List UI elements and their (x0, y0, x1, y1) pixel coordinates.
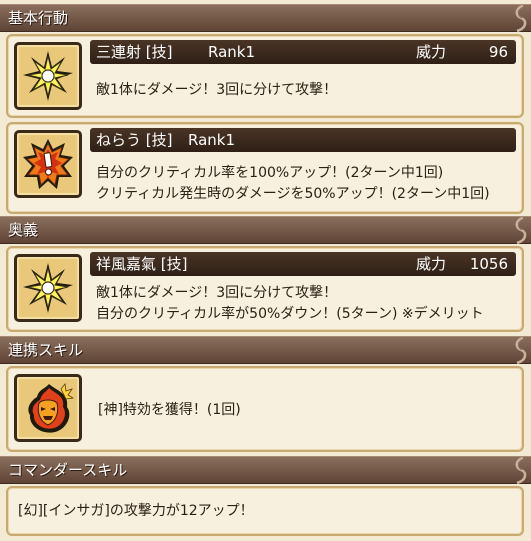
scroll-curl-icon (515, 216, 527, 245)
skill-description-line-1: 敵1体にダメージ！3回に分けて攻撃！ (96, 285, 338, 301)
section-header-ougi: 奥義 (0, 216, 531, 245)
skill-rank: Rank1 (188, 131, 236, 149)
skill-title-bar: 祥風嘉氣 [技] 威力 1056 (90, 252, 516, 276)
skill-name: 三連射 [技] (96, 43, 173, 61)
power-label: 威力 (416, 43, 447, 61)
skill-title-bar: ねらう [技] Rank1 (90, 128, 516, 152)
skill-card-commander[interactable]: [幻][インサガ]の攻撃力が12アップ！ (6, 486, 524, 536)
power-label: 威力 (416, 255, 447, 273)
skill-card-renkei[interactable]: [神]特効を獲得！(1回) (6, 366, 524, 452)
scroll-curl-icon (515, 456, 527, 485)
burst-star-icon (22, 50, 74, 102)
scroll-curl-icon (515, 336, 527, 365)
skill-card-sanrensha[interactable]: 三連射 [技] Rank1 威力 96 敵1体にダメージ！3回に分けて攻撃！ (6, 34, 524, 118)
skill-name: ねらう [技] (96, 131, 173, 149)
skill-rank: Rank1 (208, 43, 256, 61)
skill-icon-frame (14, 130, 82, 198)
scroll-curl-icon (515, 4, 527, 33)
burst-star-icon (22, 262, 74, 314)
section-header-basic-action: 基本行動 (0, 4, 531, 33)
power-value: 96 (488, 43, 508, 61)
skill-card-nerau[interactable]: ねらう [技] Rank1 自分のクリティカル率を100%アップ！(2ターン中1… (6, 122, 524, 214)
skill-icon-frame (14, 374, 82, 442)
skill-description-line-1: 自分のクリティカル率を100%アップ！(2ターン中1回) (96, 165, 444, 181)
skill-description: [幻][インサガ]の攻撃力が12アップ！ (18, 503, 254, 519)
skill-card-shofu-kaki[interactable]: 祥風嘉氣 [技] 威力 1056 敵1体にダメージ！3回に分けて攻撃！ 自分のク… (6, 246, 524, 332)
skill-description-line-2: クリティカル発生時のダメージを50%アップ！(2ターン中1回) (96, 186, 490, 202)
section-title: 連携スキル (8, 341, 84, 359)
skill-icon-frame (14, 42, 82, 110)
section-header-renkei-skill: 連携スキル (0, 336, 531, 365)
skill-description: 敵1体にダメージ！3回に分けて攻撃！ (96, 82, 338, 98)
section-title: コマンダースキル (8, 461, 128, 479)
section-title: 奥義 (8, 221, 39, 239)
critical-alert-icon (23, 139, 73, 189)
section-title: 基本行動 (8, 9, 69, 27)
section-header-commander-skill: コマンダースキル (0, 456, 531, 485)
skill-description-line-2: 自分のクリティカル率が50%ダウン！(5ターン) ※デメリット (96, 306, 484, 322)
skill-title-bar: 三連射 [技] Rank1 威力 96 (90, 40, 516, 64)
flame-mask-icon (28, 383, 75, 433)
skill-description: [神]特効を獲得！(1回) (98, 402, 241, 418)
skill-name: 祥風嘉氣 [技] (96, 255, 188, 273)
power-value: 1056 (469, 255, 508, 273)
skill-icon-frame (14, 254, 82, 322)
